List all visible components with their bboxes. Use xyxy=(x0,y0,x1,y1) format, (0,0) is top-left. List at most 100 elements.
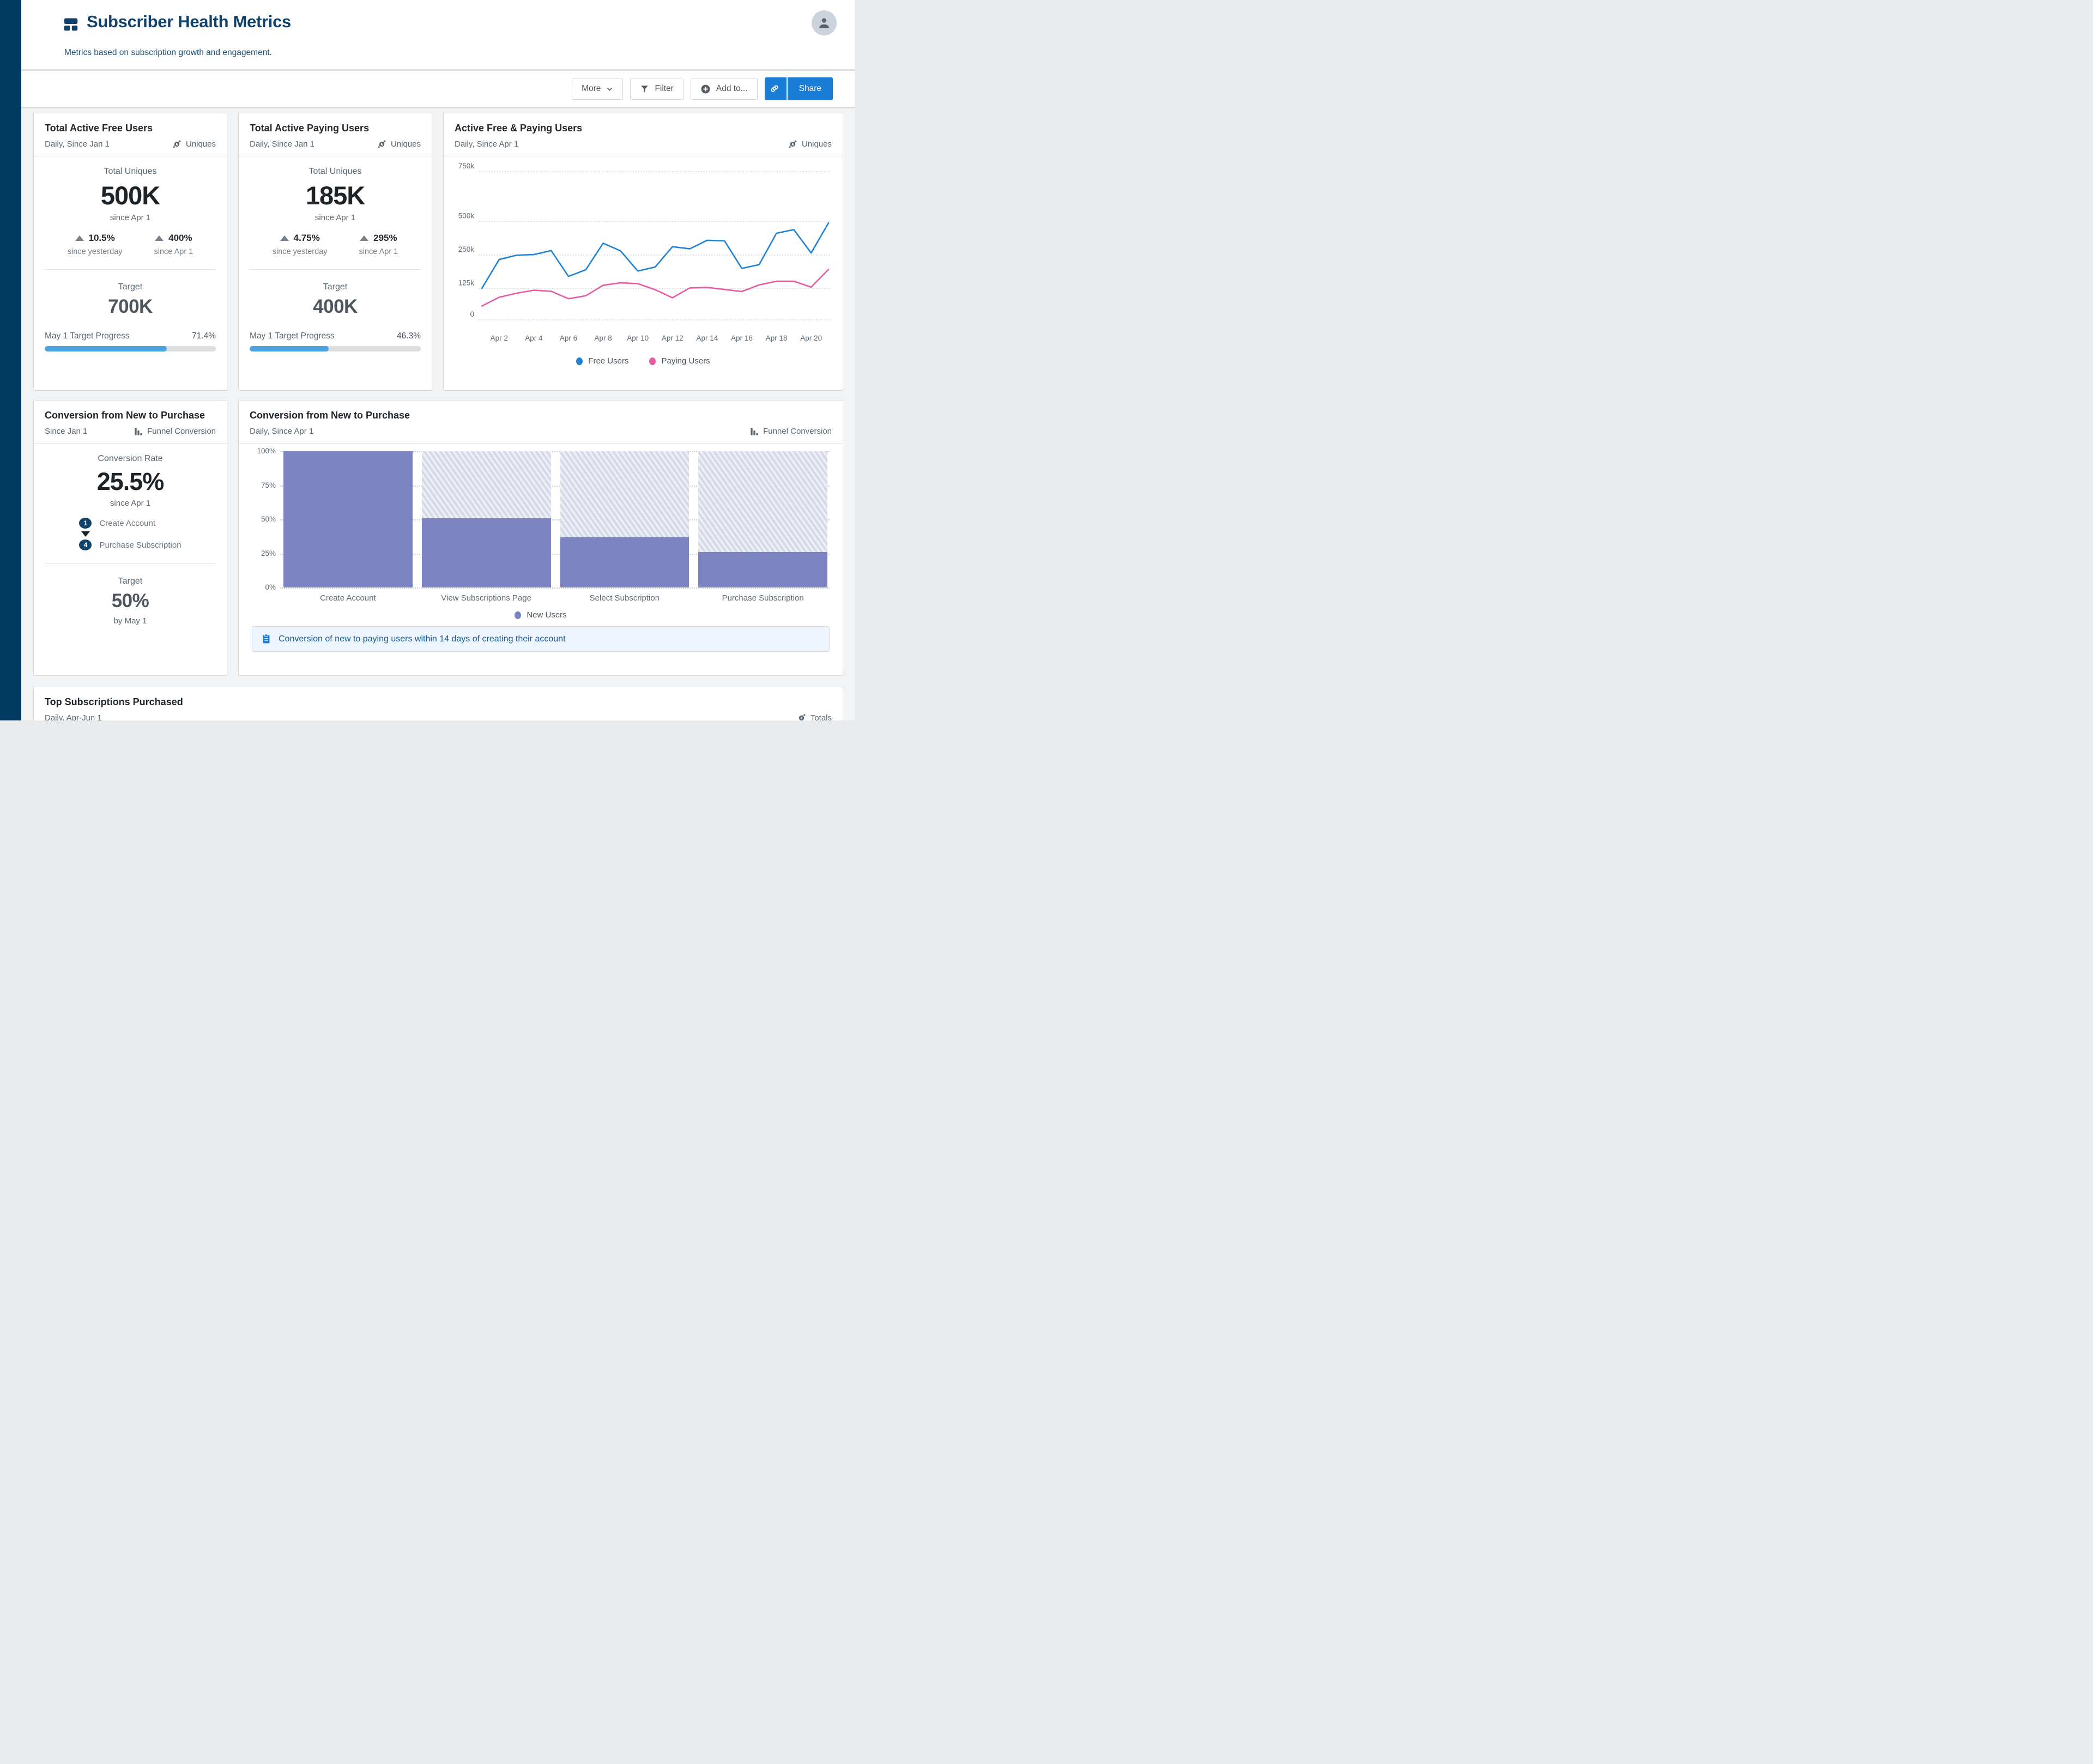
y-axis-label: 25% xyxy=(261,549,276,557)
funnel-chart-legend: New Users xyxy=(252,610,830,620)
add-to-button[interactable]: Add to... xyxy=(690,78,758,100)
metric-body: Conversion Rate 25.5% since Apr 1 1 Crea… xyxy=(34,454,227,626)
legend-dot-icon xyxy=(576,357,583,365)
svg-text:0: 0 xyxy=(470,310,474,318)
uniques-tag-label: Uniques xyxy=(801,140,832,149)
svg-text:Apr 12: Apr 12 xyxy=(662,334,683,342)
x-axis-label: View Subscriptions Page xyxy=(441,593,531,603)
target-label: Target xyxy=(118,577,143,586)
divider xyxy=(45,269,216,270)
page-header: Subscriber Health Metrics Metrics based … xyxy=(21,0,855,69)
funnel-bar[interactable] xyxy=(421,451,551,587)
dashboard-page: Subscriber Health Metrics Metrics based … xyxy=(0,0,855,720)
legend-item[interactable]: New Users xyxy=(515,610,567,620)
uniques-tag: Uniques xyxy=(377,140,421,149)
page-subtitle: Metrics based on subscription growth and… xyxy=(64,48,272,57)
filter-funnel-icon xyxy=(641,85,649,93)
svg-text:Apr 20: Apr 20 xyxy=(800,334,822,342)
delta-since-apr1: 400% since Apr 1 xyxy=(154,233,193,256)
svg-text:Apr 2: Apr 2 xyxy=(491,334,508,342)
x-axis-label: Select Subscription xyxy=(589,593,660,603)
target-value: 700K xyxy=(108,296,153,317)
funnel-conversion-icon xyxy=(135,427,142,435)
page-title: Subscriber Health Metrics xyxy=(87,12,291,31)
divider xyxy=(250,269,421,270)
step-number-badge: 1 xyxy=(79,518,92,529)
filter-button-label: Filter xyxy=(655,84,674,93)
funnel-bar-value xyxy=(560,537,689,587)
step-number-badge: 4 xyxy=(79,539,92,550)
share-button[interactable]: Share xyxy=(788,77,833,100)
card-title: Top Subscriptions Purchased xyxy=(45,696,183,707)
funnel-conversion-tag: Funnel Conversion xyxy=(134,427,216,436)
funnel-bar-value xyxy=(421,518,551,587)
legend-item[interactable]: Free Users xyxy=(576,356,628,366)
svg-text:Apr 8: Apr 8 xyxy=(594,334,612,342)
uniques-tag-label: Uniques xyxy=(185,140,216,149)
svg-text:750k: 750k xyxy=(458,162,475,170)
svg-text:Apr 10: Apr 10 xyxy=(627,334,649,342)
card-header: Total Active Paying Users Daily, Since J… xyxy=(239,113,432,156)
uniques-tag: Uniques xyxy=(788,140,832,149)
totals-tag-label: Totals xyxy=(810,713,832,720)
svg-text:500k: 500k xyxy=(458,212,475,220)
info-banner: Conversion of new to paying users within… xyxy=(252,626,830,652)
card-subtitle: Since Jan 1 xyxy=(45,427,88,436)
arrow-down-icon xyxy=(81,531,90,537)
gridline xyxy=(280,587,830,589)
funnel-bar-value xyxy=(283,451,413,587)
card-top-subscriptions-purchased: Top Subscriptions Purchased Daily, Apr-J… xyxy=(33,687,843,720)
progress-percent: 46.3% xyxy=(397,331,421,341)
legend-dot-icon xyxy=(515,611,522,619)
svg-text:Apr 16: Apr 16 xyxy=(731,334,753,342)
target-label: Target xyxy=(323,282,348,292)
progress-label: May 1 Target Progress xyxy=(45,331,130,341)
user-avatar[interactable] xyxy=(812,10,837,35)
line-chart[interactable]: 750k 500k 250k 125k 0 Apr 2 Apr 4 Apr 6 Apr 8 Apr… xyxy=(453,161,832,353)
line-chart-legend: Free Users Paying Users xyxy=(453,356,833,366)
progress-percent: 71.4% xyxy=(192,331,216,341)
funnel-bar[interactable] xyxy=(283,451,413,587)
uniques-icon xyxy=(378,140,386,148)
funnel-steps: 1 Create Account 4 Purchase Subscription xyxy=(79,518,182,550)
progress-bar xyxy=(250,346,421,351)
more-button-label: More xyxy=(582,84,601,93)
funnel-x-axis-labels: Create Account View Subscriptions Page Sel… xyxy=(283,593,827,603)
metric-label: Total Uniques xyxy=(104,167,157,176)
funnel-bar-remainder xyxy=(698,451,827,552)
legend-item[interactable]: Paying Users xyxy=(649,356,710,366)
svg-text:125k: 125k xyxy=(458,278,475,287)
card-subtitle: Daily, Since Apr 1 xyxy=(250,427,314,436)
metric-label: Conversion Rate xyxy=(98,454,163,463)
copy-link-button[interactable] xyxy=(765,77,788,100)
metric-body: Total Uniques 185K since Apr 1 4.75% sin… xyxy=(239,167,432,351)
triangle-up-icon xyxy=(280,235,289,241)
info-banner-text: Conversion of new to paying users within… xyxy=(279,634,566,644)
metric-label: Total Uniques xyxy=(308,167,362,176)
funnel-step-create-account: 1 Create Account xyxy=(79,518,181,529)
triangle-up-icon xyxy=(75,235,84,241)
card-active-free-paying-users-chart: Active Free & Paying Users Daily, Since … xyxy=(443,113,843,391)
uniques-icon xyxy=(789,140,797,148)
share-split-button: Share xyxy=(764,77,833,100)
x-axis-label: Purchase Subscription xyxy=(722,593,804,603)
funnel-conversion-icon xyxy=(751,427,758,435)
funnel-bar-value xyxy=(698,552,827,587)
funnel-bar[interactable] xyxy=(698,451,827,587)
progress-bar xyxy=(45,346,216,351)
funnel-conversion-tag-label: Funnel Conversion xyxy=(763,427,832,436)
more-button[interactable]: More xyxy=(572,78,624,100)
uniques-icon xyxy=(173,140,181,148)
filter-button[interactable]: Filter xyxy=(630,78,683,100)
target-caption: by May 1 xyxy=(113,616,147,626)
card-header: Total Active Free Users Daily, Since Jan… xyxy=(34,113,227,156)
funnel-bar[interactable] xyxy=(560,451,689,587)
delta-since-apr1: 295% since Apr 1 xyxy=(359,233,398,256)
delta-since-yesterday: 4.75% since yesterday xyxy=(272,233,328,256)
funnel-bar-chart[interactable]: 100% 75% 50% 25% 0% xyxy=(252,447,830,591)
card-total-active-paying-users: Total Active Paying Users Daily, Since J… xyxy=(238,113,432,391)
totals-icon xyxy=(799,714,806,720)
card-subtitle: Daily, Since Apr 1 xyxy=(455,140,519,149)
add-to-button-label: Add to... xyxy=(716,84,748,93)
funnel-conversion-tag-label: Funnel Conversion xyxy=(147,427,216,436)
